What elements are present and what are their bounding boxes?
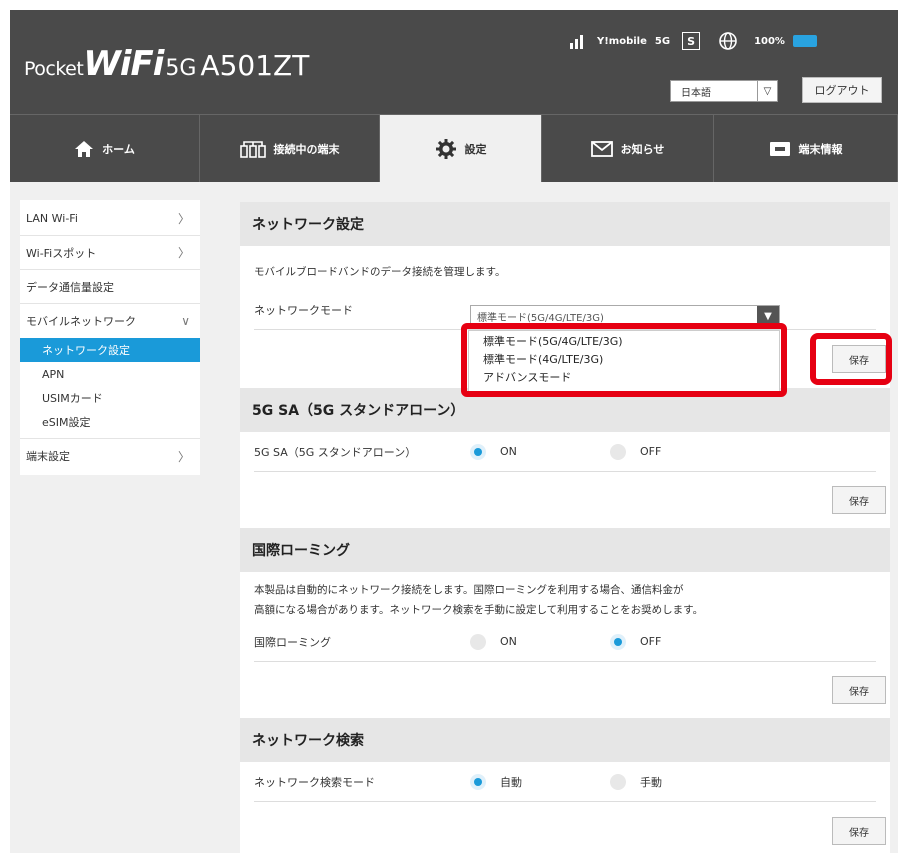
radio-selected-icon	[470, 773, 486, 790]
radio-selected-icon	[610, 633, 626, 650]
device-info-icon	[769, 141, 790, 156]
5g-sa-section: 5G SA（5G スタンドアローン） 5G SA（5G スタンドアローン） ON…	[240, 388, 890, 528]
radio-unselected-icon	[610, 443, 626, 460]
section-title: ネットワーク設定	[240, 202, 890, 246]
save-button[interactable]: 保存	[832, 486, 886, 514]
app-window: PocketWiFi5G A501ZT Y!mobile 5G S 100% 日本…	[10, 10, 898, 853]
section-title: 国際ローミング	[240, 528, 890, 572]
sidebar-item-mobile-network[interactable]: モバイルネットワーク ∨	[20, 304, 200, 338]
sidebar-subitem-apn[interactable]: APN	[20, 362, 200, 386]
roaming-section: 国際ローミング 本製品は自動的にネットワーク接続をします。国際ローミングを利用す…	[240, 528, 890, 718]
status-bar: Y!mobile 5G S 100%	[570, 30, 817, 52]
product-logo: PocketWiFi5G A501ZT	[24, 44, 310, 84]
5g-sa-label: 5G SA（5G スタンドアローン）	[254, 445, 417, 459]
roaming-on-radio[interactable]: ON	[470, 633, 610, 650]
network-search-label: ネットワーク検索モード	[254, 775, 375, 789]
highlight-frame-options	[461, 323, 787, 397]
sidebar-subitem-esim[interactable]: eSIM設定	[20, 410, 200, 434]
sidebar: LAN Wi-Fi 〉 Wi-Fiスポット 〉 データ通信量設定 モバイルネット…	[20, 200, 200, 475]
tab-settings[interactable]: 設定	[380, 115, 542, 182]
header: PocketWiFi5G A501ZT Y!mobile 5G S 100% 日本…	[10, 10, 898, 114]
battery-icon	[792, 35, 817, 47]
roaming-description: 本製品は自動的にネットワーク接続をします。国際ローミングを利用する場合、通信料金…	[254, 584, 704, 616]
search-manual-radio[interactable]: 手動	[610, 773, 750, 790]
tab-devices[interactable]: 接続中の端末	[200, 115, 380, 182]
network-mode-value: 標準モード(5G/4G/LTE/3G)	[477, 312, 604, 324]
tab-devices-label: 接続中の端末	[273, 142, 340, 156]
search-auto-radio[interactable]: 自動	[470, 773, 610, 790]
battery-level: 100%	[754, 35, 785, 47]
chevron-right-icon: 〉	[177, 449, 190, 464]
main-nav: ホーム 接続中の端末 設定 お知らせ 端末情報	[10, 114, 898, 182]
tab-notices-label: お知らせ	[620, 142, 665, 156]
network-search-row: ネットワーク検索モード 自動 手動	[254, 762, 876, 802]
radio-unselected-icon	[470, 633, 486, 650]
save-button[interactable]: 保存	[832, 676, 886, 704]
highlight-frame-save	[810, 333, 892, 385]
5g-sa-on-radio[interactable]: ON	[470, 443, 610, 460]
chevron-down-icon: ▽	[757, 81, 777, 101]
sidebar-item-device-settings[interactable]: 端末設定 〉	[20, 439, 200, 473]
tab-home-label: ホーム	[102, 142, 135, 156]
section-description: モバイルブロードバンドのデータ接続を管理します。	[254, 266, 506, 278]
home-icon	[75, 140, 94, 157]
radio-selected-icon	[470, 443, 486, 460]
tab-settings-label: 設定	[464, 142, 487, 156]
tab-home[interactable]: ホーム	[10, 115, 200, 182]
logout-button[interactable]: ログアウト	[802, 77, 882, 103]
carrier-name: Y!mobile	[597, 35, 647, 47]
sidebar-subitem-usim[interactable]: USIMカード	[20, 386, 200, 410]
network-search-section: ネットワーク検索 ネットワーク検索モード 自動 手動 保存	[240, 718, 890, 853]
sidebar-item-wifi-spot[interactable]: Wi-Fiスポット 〉	[20, 236, 200, 270]
chevron-down-icon: ∨	[181, 314, 190, 328]
globe-icon	[719, 32, 737, 50]
roaming-off-radio[interactable]: OFF	[610, 633, 750, 650]
gear-icon	[435, 138, 456, 159]
main-content: ネットワーク設定 モバイルブロードバンドのデータ接続を管理します。 ネットワーク…	[240, 202, 890, 853]
network-type: 5G	[654, 35, 671, 47]
tab-notices[interactable]: お知らせ	[542, 115, 714, 182]
chevron-right-icon: 〉	[177, 246, 190, 260]
sidebar-item-lan-wifi[interactable]: LAN Wi-Fi 〉	[20, 202, 200, 236]
signal-bars-icon	[570, 33, 583, 49]
tab-device-info[interactable]: 端末情報	[714, 115, 898, 182]
chevron-right-icon: 〉	[177, 212, 190, 226]
sidebar-subitem-network-settings[interactable]: ネットワーク設定	[20, 338, 200, 362]
mobile-network-submenu: ネットワーク設定 APN USIMカード eSIM設定	[20, 338, 200, 439]
save-button[interactable]: 保存	[832, 817, 886, 845]
language-value: 日本語	[681, 87, 711, 99]
language-select[interactable]: 日本語 ▽	[670, 80, 778, 102]
radio-unselected-icon	[610, 773, 626, 790]
section-title: ネットワーク検索	[240, 718, 890, 762]
sim-icon: S	[682, 32, 701, 50]
5g-sa-off-radio[interactable]: OFF	[610, 443, 750, 460]
envelope-icon	[590, 140, 613, 157]
network-mode-label: ネットワークモード	[254, 303, 353, 317]
roaming-row: 国際ローミング ON OFF	[254, 622, 876, 662]
devices-icon	[239, 140, 266, 158]
roaming-label: 国際ローミング	[254, 635, 331, 649]
sidebar-item-data-usage[interactable]: データ通信量設定	[20, 270, 200, 304]
tab-device-info-label: 端末情報	[798, 142, 843, 156]
5g-sa-row: 5G SA（5G スタンドアローン） ON OFF	[254, 432, 876, 472]
